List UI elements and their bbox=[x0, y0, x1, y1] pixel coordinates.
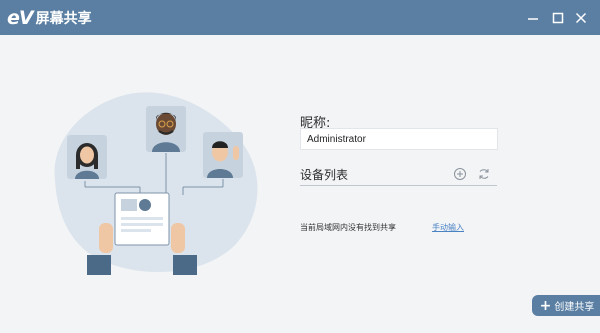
device-list-divider bbox=[300, 185, 497, 186]
maximize-button[interactable] bbox=[547, 7, 569, 29]
minimize-icon bbox=[528, 18, 538, 20]
add-circle-icon bbox=[454, 168, 466, 180]
create-share-button[interactable]: + 创建共享 bbox=[532, 295, 600, 316]
close-button[interactable] bbox=[570, 7, 592, 29]
logo-mark: eV bbox=[7, 7, 34, 29]
close-icon bbox=[575, 12, 587, 24]
no-share-found-message: 当前局域网内没有找到共享 bbox=[300, 223, 396, 232]
refresh-icon bbox=[479, 169, 489, 179]
nickname-input[interactable] bbox=[300, 128, 498, 150]
add-device-button[interactable] bbox=[453, 166, 467, 180]
refresh-button[interactable] bbox=[477, 166, 491, 180]
app-title: 屏幕共享 bbox=[35, 11, 92, 27]
create-share-label: 创建共享 bbox=[554, 302, 595, 313]
avatar-man-glasses bbox=[146, 106, 186, 152]
maximize-icon bbox=[552, 12, 564, 24]
device-list-title: 设备列表 bbox=[300, 168, 349, 182]
avatar-man-waving bbox=[203, 132, 243, 178]
minimize-button[interactable] bbox=[522, 7, 544, 29]
app-logo: eV 屏幕共享 bbox=[7, 7, 92, 29]
plus-icon: + bbox=[539, 297, 552, 314]
avatar-woman bbox=[67, 135, 107, 179]
title-bar: eV 屏幕共享 bbox=[0, 0, 600, 35]
share-illustration bbox=[54, 92, 258, 275]
manual-input-link[interactable]: 手动输入 bbox=[432, 222, 464, 233]
